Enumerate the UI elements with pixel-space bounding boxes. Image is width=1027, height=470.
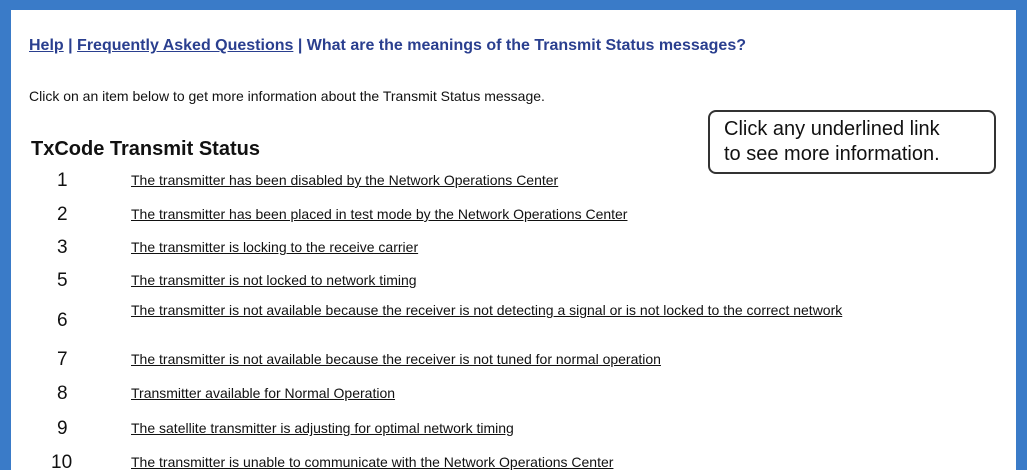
- tx-code: 6: [57, 310, 68, 331]
- tx-code: 5: [57, 270, 68, 291]
- tx-code: 7: [57, 349, 68, 370]
- status-link[interactable]: The transmitter is not available because…: [131, 302, 1011, 318]
- header-txcode: TxCode: [31, 138, 105, 160]
- help-callout: Click any underlined link to see more in…: [708, 110, 996, 174]
- status-link[interactable]: The transmitter is not available because…: [131, 351, 1011, 367]
- tx-code: 10: [51, 452, 73, 470]
- status-link[interactable]: The transmitter is not locked to network…: [131, 272, 1011, 288]
- faq-page: Help | Frequently Asked Questions | What…: [11, 10, 1016, 470]
- breadcrumb-separator: |: [293, 37, 307, 54]
- tx-code: 8: [57, 383, 68, 404]
- table-header: TxCode Transmit Status: [31, 138, 260, 161]
- callout-line-1: Click any underlined link: [724, 118, 940, 140]
- breadcrumb: Help | Frequently Asked Questions | What…: [29, 37, 746, 55]
- tx-code: 2: [57, 204, 68, 225]
- breadcrumb-separator: |: [63, 37, 78, 54]
- tx-code: 3: [57, 237, 68, 258]
- status-link[interactable]: The transmitter is locking to the receiv…: [131, 239, 1011, 255]
- status-link[interactable]: The transmitter is unable to communicate…: [131, 454, 1011, 470]
- status-link[interactable]: The satellite transmitter is adjusting f…: [131, 420, 1011, 436]
- tx-code: 1: [57, 170, 68, 191]
- intro-text: Click on an item below to get more infor…: [29, 88, 545, 104]
- status-link[interactable]: Transmitter available for Normal Operati…: [131, 385, 1011, 401]
- callout-line-2: to see more information.: [724, 143, 940, 165]
- breadcrumb-help-link[interactable]: Help: [29, 37, 64, 54]
- status-link[interactable]: The transmitter has been placed in test …: [131, 206, 1011, 222]
- page-title: What are the meanings of the Transmit St…: [306, 37, 746, 54]
- tx-code: 9: [57, 418, 68, 439]
- header-transmit-status: Transmit Status: [109, 138, 260, 160]
- window-frame: Help | Frequently Asked Questions | What…: [0, 0, 1027, 470]
- breadcrumb-faq-link[interactable]: Frequently Asked Questions: [77, 37, 293, 54]
- status-link[interactable]: The transmitter has been disabled by the…: [131, 172, 1011, 188]
